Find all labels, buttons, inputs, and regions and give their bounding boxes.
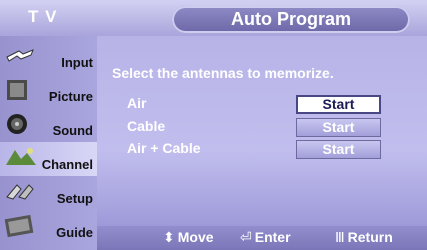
- sidebar-item-label: Input: [61, 55, 93, 70]
- sidebar-item-setup[interactable]: Setup: [0, 176, 97, 210]
- sidebar-item-label: Guide: [56, 225, 93, 240]
- enter-hint: ⏎ Enter: [240, 229, 291, 246]
- sidebar-item-sound[interactable]: Sound: [0, 108, 97, 142]
- input-icon: [3, 43, 39, 69]
- sidebar-item-label: Sound: [52, 123, 93, 138]
- option-label-air: Air: [127, 95, 147, 111]
- bottom-hint-bar: ⬍ Move ⏎ Enter Ⅲ Return: [97, 226, 427, 250]
- return-icon: Ⅲ: [335, 229, 345, 245]
- return-hint: Ⅲ Return: [335, 229, 393, 246]
- move-hint: ⬍ Move: [163, 229, 214, 246]
- channel-icon: [3, 145, 39, 171]
- sidebar-item-label: Picture: [48, 89, 93, 104]
- sound-icon: [3, 111, 39, 137]
- sidebar-item-label: Setup: [56, 191, 93, 206]
- sidebar-item-channel[interactable]: Channel: [0, 142, 97, 176]
- air-start-button[interactable]: Start: [296, 95, 381, 114]
- sidebar: Input Picture Sound Channel Setup Guide: [0, 36, 97, 250]
- sidebar-item-input[interactable]: Input: [0, 40, 97, 74]
- page-title: Auto Program: [172, 6, 410, 33]
- air-cable-start-button[interactable]: Start: [296, 140, 381, 159]
- enter-label: Enter: [254, 229, 291, 245]
- tv-label: T V: [28, 7, 58, 26]
- setup-icon: [3, 179, 39, 205]
- move-icon: ⬍: [163, 229, 175, 245]
- option-label-air-cable: Air + Cable: [127, 140, 201, 156]
- sidebar-item-label: Channel: [41, 157, 93, 172]
- enter-icon: ⏎: [240, 229, 252, 245]
- sidebar-item-picture[interactable]: Picture: [0, 74, 97, 108]
- return-label: Return: [347, 229, 393, 245]
- cable-start-button[interactable]: Start: [296, 118, 381, 137]
- instruction-text: Select the antennas to memorize.: [112, 65, 334, 81]
- picture-icon: [3, 77, 39, 103]
- sidebar-item-guide[interactable]: Guide: [0, 210, 97, 244]
- option-label-cable: Cable: [127, 118, 166, 134]
- guide-icon: [3, 213, 39, 239]
- move-label: Move: [177, 229, 214, 245]
- tv-osd-menu: T V Auto Program Input Picture Sound Cha…: [0, 0, 427, 250]
- main-panel: Select the antennas to memorize. Air Sta…: [97, 36, 427, 226]
- top-bar: T V Auto Program: [0, 0, 427, 36]
